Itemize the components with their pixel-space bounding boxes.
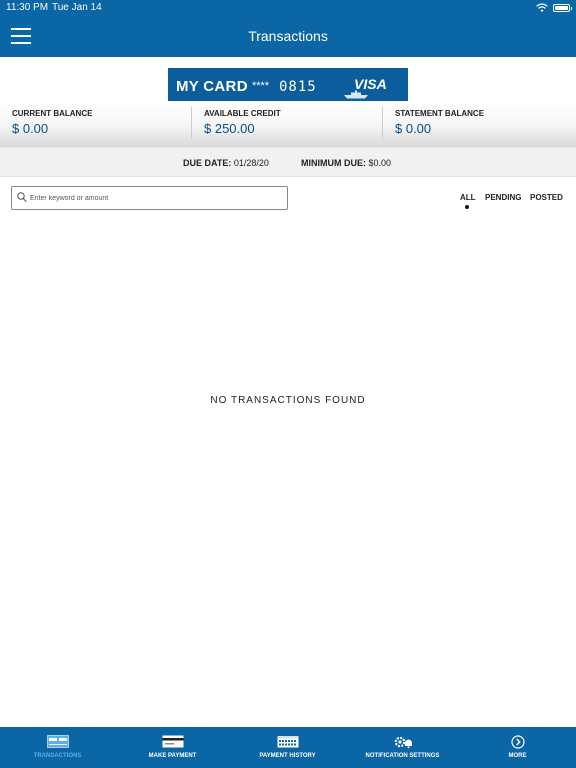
- tab-notification-settings[interactable]: NOTIFICATION SETTINGS: [345, 727, 460, 768]
- selected-filter-indicator: [465, 205, 469, 209]
- chevron-right-circle-icon: [510, 735, 525, 749]
- filter-posted[interactable]: POSTED: [530, 193, 563, 202]
- due-date-label: DUE DATE:: [183, 158, 232, 168]
- tab-payment-history[interactable]: PAYMENT HISTORY: [230, 727, 345, 768]
- card-banner[interactable]: MY CARD **** 0815 VISA: [168, 68, 408, 101]
- wifi-icon: [536, 3, 548, 12]
- ship-icon: [344, 90, 368, 99]
- page-title: Transactions: [248, 28, 328, 44]
- status-time: 11:30 PM: [6, 2, 49, 13]
- minimum-due-label: MINIMUM DUE:: [301, 158, 366, 168]
- balance-summary: CURRENT BALANCE $ 0.00 AVAILABLE CREDIT …: [0, 101, 576, 147]
- divider: [191, 107, 192, 139]
- available-credit-value: $ 250.00: [204, 121, 255, 136]
- search-box[interactable]: [11, 186, 288, 210]
- due-date: DUE DATE: 01/28/20: [183, 158, 269, 168]
- tab-transactions-label: TRANSACTIONS: [33, 753, 82, 759]
- due-date-value: 01/28/20: [233, 158, 269, 168]
- payment-card-icon: [162, 735, 183, 748]
- tab-make-payment[interactable]: MAKE PAYMENT: [115, 727, 230, 768]
- tab-more-label: MORE: [508, 753, 527, 759]
- current-balance-value: $ 0.00: [12, 121, 49, 136]
- filter-all[interactable]: ALL: [460, 193, 476, 202]
- search-input[interactable]: [30, 190, 280, 206]
- filter-pending[interactable]: PENDING: [485, 193, 521, 202]
- calendar-icon: [277, 736, 298, 748]
- card-mask: ****: [252, 80, 270, 92]
- minimum-due: MINIMUM DUE: $0.00: [301, 158, 391, 168]
- minimum-due-value: $0.00: [368, 158, 392, 168]
- gear-bell-icon: [394, 736, 412, 749]
- due-info-row: DUE DATE: 01/28/20 MINIMUM DUE: $0.00: [0, 147, 576, 177]
- statement-balance-value: $ 0.00: [395, 121, 432, 136]
- tab-make-payment-label: MAKE PAYMENT: [148, 753, 197, 759]
- status-bar: 11:30 PM Tue Jan 14: [0, 0, 576, 16]
- card-icon: [46, 735, 69, 748]
- current-balance-label: CURRENT BALANCE: [12, 109, 93, 118]
- tab-payment-history-label: PAYMENT HISTORY: [259, 753, 316, 759]
- app-header: 11:30 PM Tue Jan 14 Transactions: [0, 0, 576, 57]
- tab-more[interactable]: MORE: [460, 727, 575, 768]
- tab-transactions[interactable]: TRANSACTIONS: [0, 727, 115, 768]
- battery-icon: [553, 4, 572, 12]
- card-last4: 0815: [279, 79, 317, 95]
- tab-notification-settings-label: NOTIFICATION SETTINGS: [365, 753, 440, 759]
- statement-balance-label: STATEMENT BALANCE: [395, 109, 485, 118]
- bottom-tab-bar: TRANSACTIONS MAKE PAYMENT PAYMENT HISTOR…: [0, 727, 576, 768]
- divider: [382, 107, 383, 139]
- card-name: MY CARD: [176, 78, 248, 95]
- empty-state-message: NO TRANSACTIONS FOUND: [210, 395, 366, 406]
- search-icon: [17, 192, 27, 203]
- available-credit-label: AVAILABLE CREDIT: [204, 109, 281, 118]
- status-date: Tue Jan 14: [52, 2, 102, 13]
